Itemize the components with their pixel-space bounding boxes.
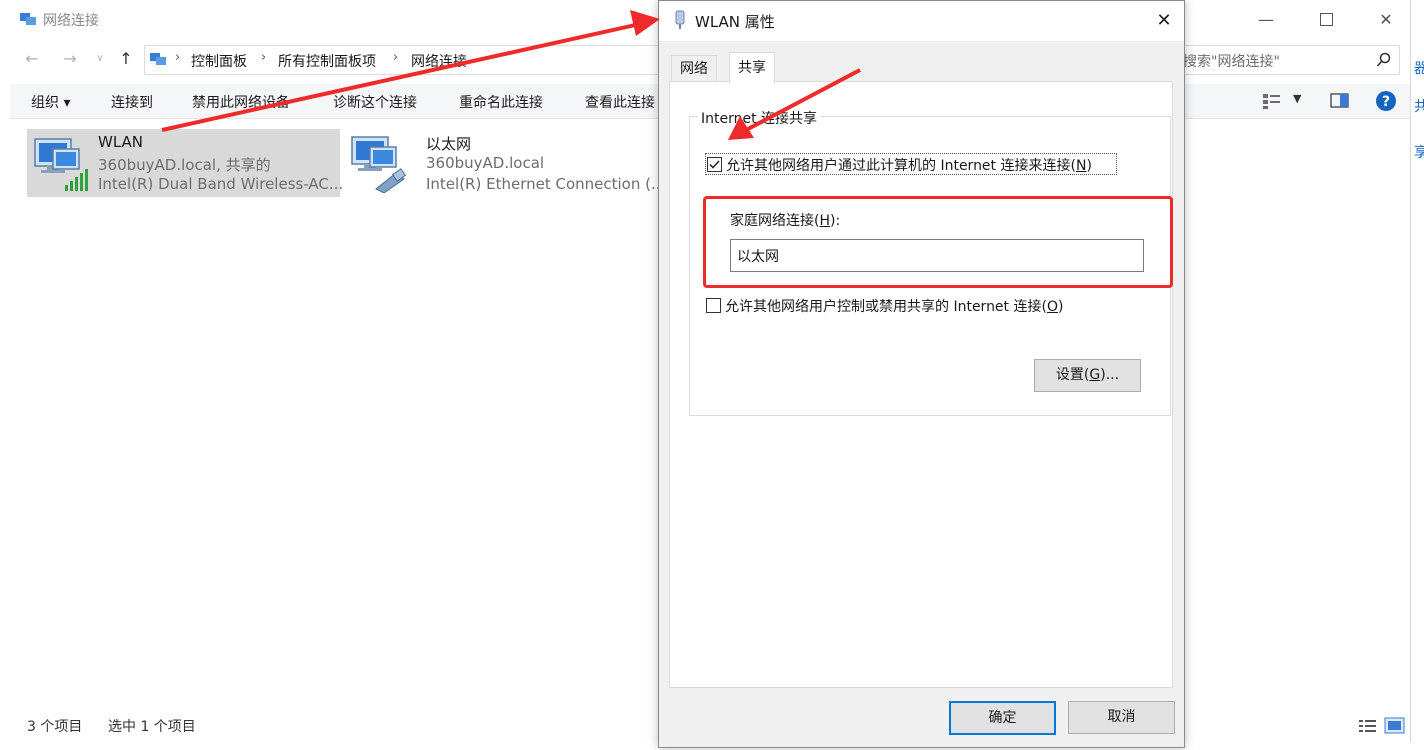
up-arrow-icon: ↑ [119, 49, 133, 68]
network-folder-icon [150, 53, 166, 65]
wireless-adapter-icon [34, 138, 88, 191]
allow-control-label: 允许其他网络用户控制或禁用共享的 Internet 连接(O) [725, 299, 1064, 315]
up-button[interactable]: ↑ [114, 47, 138, 71]
ethernet-domain: 360buyAD.local [426, 154, 545, 172]
breadcrumb-separator-icon: › [175, 50, 181, 65]
list-item-ethernet[interactable]: 以太网 360buyAD.local Intel(R) Ethernet Con… [350, 129, 670, 197]
minimize-button[interactable]: — [1236, 0, 1296, 38]
background-window-text: 享 [1414, 145, 1424, 161]
connect-to-button[interactable]: 连接到 [111, 92, 153, 112]
disable-device-button[interactable]: 禁用此网络设备 [192, 92, 290, 112]
back-arrow-icon: ← [25, 49, 39, 68]
preview-pane-icon[interactable] [1330, 93, 1350, 109]
wlan-adapter: Intel(R) Dual Band Wireless-AC... [98, 175, 344, 193]
explorer-title: 网络连接 [43, 13, 99, 29]
breadcrumb-all-items[interactable]: 所有控制面板项 [278, 51, 376, 71]
forward-arrow-icon: → [63, 49, 77, 68]
chevron-down-icon: ∨ [96, 53, 104, 64]
wlan-name: WLAN [98, 133, 144, 151]
close-button[interactable]: ✕ [1356, 0, 1416, 38]
item-count: 3 个项目 [27, 719, 83, 735]
allow-control-option[interactable]: 允许其他网络用户控制或禁用共享的 Internet 连接(O) [705, 295, 1125, 315]
maximize-button[interactable] [1296, 0, 1356, 38]
recent-locations-button[interactable]: ∨ [88, 47, 112, 71]
background-window-text: 器 [1414, 61, 1424, 77]
sharing-panel: Internet 连接共享 允许其他网络用户通过此计算机的 Internet 连… [669, 81, 1173, 688]
breadcrumb-separator-icon: › [393, 50, 399, 65]
view-options-chevron-icon[interactable]: ▼ [1293, 92, 1301, 105]
tab-network[interactable]: 网络 [671, 55, 717, 83]
maximize-icon [1319, 12, 1333, 26]
ethernet-adapter: Intel(R) Ethernet Connection (... [426, 175, 666, 193]
minimize-icon: — [1258, 9, 1274, 29]
cancel-button[interactable]: 取消 [1068, 701, 1175, 734]
large-icons-view-icon[interactable] [1384, 717, 1406, 735]
close-icon: ✕ [1379, 9, 1393, 29]
dialog-title: WLAN 属性 [695, 13, 775, 31]
ics-group-title: Internet 连接共享 [698, 108, 821, 128]
list-item-wlan[interactable]: WLAN 360buyAD.local, 共享的 Intel(R) Dual B… [27, 129, 344, 197]
diagnose-button[interactable]: 诊断这个连接 [333, 92, 417, 112]
ethernet-adapter-icon [351, 136, 407, 193]
background-window-text: 共 [1414, 99, 1424, 115]
network-folder-icon [20, 13, 36, 25]
allow-sharing-checkbox[interactable] [707, 157, 722, 172]
breadcrumb-network-connections[interactable]: 网络连接 [411, 51, 467, 71]
help-icon[interactable]: ? [1375, 90, 1397, 112]
allow-control-checkbox[interactable] [706, 298, 721, 313]
search-icon[interactable] [1376, 52, 1392, 68]
allow-sharing-option[interactable]: 允许其他网络用户通过此计算机的 Internet 连接来连接(N) [705, 153, 1117, 175]
allow-sharing-label: 允许其他网络用户通过此计算机的 Internet 连接来连接(N) [726, 158, 1092, 174]
rename-button[interactable]: 重命名此连接 [459, 92, 543, 112]
organize-button[interactable]: 组织 ▾ [31, 92, 70, 112]
back-button[interactable]: ← [20, 47, 44, 71]
ethernet-name: 以太网 [426, 135, 472, 153]
wlan-properties-dialog: WLAN 属性 ✕ 网络 共享 Internet 连接共享 允许其他网络用户通过… [658, 0, 1185, 748]
change-view-icon[interactable] [1262, 92, 1282, 110]
settings-button[interactable]: 设置(G)... [1034, 359, 1141, 392]
check-icon [709, 160, 720, 169]
search-placeholder: 搜索"网络连接" [1183, 54, 1280, 70]
breadcrumb-separator-icon: › [261, 50, 267, 65]
close-icon: ✕ [1156, 10, 1172, 31]
dialog-title-bar: WLAN 属性 ✕ [659, 1, 1184, 41]
view-status-button[interactable]: 查看此连接 [585, 92, 655, 112]
forward-button[interactable]: → [58, 47, 82, 71]
wireless-adapter-icon [675, 10, 685, 29]
selection-count: 选中 1 个项目 [108, 719, 196, 735]
tab-sharing[interactable]: 共享 [729, 52, 775, 84]
ok-button[interactable]: 确定 [949, 701, 1056, 735]
breadcrumb-control-panel[interactable]: 控制面板 [191, 51, 247, 71]
details-view-icon[interactable] [1358, 718, 1378, 734]
highlight-box [703, 196, 1173, 288]
wlan-domain: 360buyAD.local, 共享的 [98, 156, 271, 174]
svg-text:?: ? [1382, 94, 1390, 110]
dialog-close-button[interactable]: ✕ [1144, 1, 1184, 41]
